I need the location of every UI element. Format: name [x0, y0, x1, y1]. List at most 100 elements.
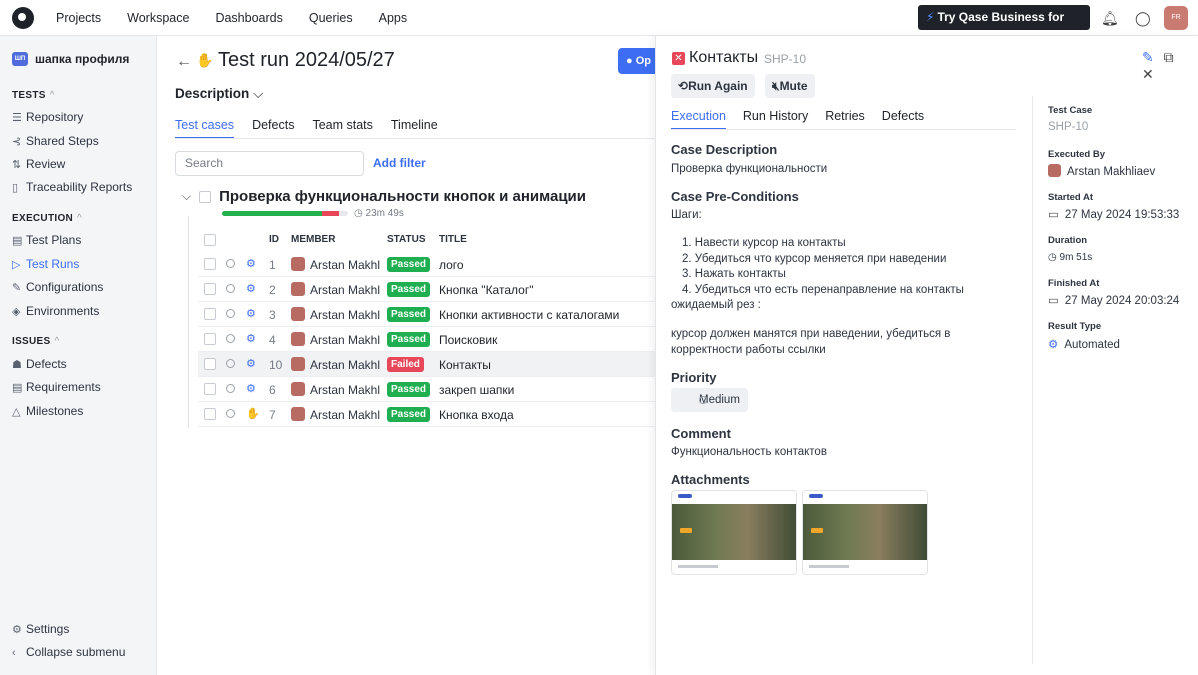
- duration-label: Duration: [1048, 235, 1088, 246]
- section-tests[interactable]: TESTS ^: [12, 90, 55, 101]
- row-title[interactable]: Контакты: [439, 358, 491, 372]
- try-business-button[interactable]: ⚡Try Qase Business for free!: [918, 5, 1090, 49]
- test-case-link[interactable]: SHP-10: [1048, 121, 1088, 133]
- row-title[interactable]: Поисковик: [439, 333, 497, 347]
- sidebar-item-traceability[interactable]: ▯ Traceability Reports: [12, 180, 132, 194]
- sidebar-item-milestones[interactable]: △ Milestones: [12, 404, 83, 418]
- tab-retries[interactable]: Retries: [825, 109, 865, 130]
- suite-header[interactable]: ⌵ Проверка функциональности кнопок и ани…: [182, 188, 586, 205]
- gear-icon: ⚙: [12, 624, 22, 636]
- run-again-button[interactable]: ⟲Run Again: [671, 74, 755, 98]
- row-checkbox[interactable]: [204, 258, 216, 270]
- bell-icon[interactable]: 🔔︎: [1101, 10, 1119, 27]
- table-row[interactable]: ✋ 7 Arstan Makhl Passed Кнопка входа: [198, 402, 656, 427]
- table-row[interactable]: ⚙ 2 Arstan Makhl Passed Кнопка "Каталог": [198, 277, 656, 302]
- row-checkbox[interactable]: [204, 333, 216, 345]
- tab-run-history[interactable]: Run History: [743, 109, 808, 130]
- case-title: Контакты: [689, 49, 759, 66]
- chevron-down-icon[interactable]: ⌵: [182, 189, 191, 204]
- row-checkbox[interactable]: [204, 308, 216, 320]
- nav-apps[interactable]: Apps: [379, 11, 408, 25]
- result-type-value: ⚙ Automated: [1048, 339, 1120, 351]
- tab-test-cases[interactable]: Test cases: [175, 118, 235, 139]
- row-checkbox[interactable]: [204, 358, 216, 370]
- collapse-submenu-button[interactable]: ‹ Collapse submenu: [12, 645, 125, 659]
- suite-checkbox[interactable]: [199, 190, 212, 203]
- open-new-window-icon[interactable]: ⧉: [1164, 49, 1174, 65]
- project-switcher[interactable]: ШП шапка профиля: [12, 52, 129, 66]
- table-row[interactable]: ⚙ 1 Arstan Makhl Passed лого: [198, 252, 656, 277]
- row-checkbox[interactable]: [204, 408, 216, 420]
- chat-icon[interactable]: ◯: [1135, 10, 1151, 27]
- description-toggle[interactable]: Description ⌵: [175, 86, 263, 102]
- sidebar-item-shared-steps[interactable]: ⊰ Shared Steps: [12, 134, 99, 148]
- mute-button[interactable]: 🔇︎Mute: [765, 74, 815, 98]
- sidebar-item-test-plans[interactable]: ▤ Test Plans: [12, 233, 81, 247]
- table-row[interactable]: ⚙ 6 Arstan Makhl Passed закреп шапки: [198, 377, 656, 402]
- row-title[interactable]: Кнопка "Каталог": [439, 283, 533, 297]
- back-arrow-icon[interactable]: ←: [176, 53, 192, 71]
- user-avatar[interactable]: FR: [1164, 6, 1188, 30]
- close-icon[interactable]: ✕: [1142, 66, 1154, 82]
- tab-defects[interactable]: Defects: [252, 118, 294, 139]
- row-checkbox[interactable]: [204, 283, 216, 295]
- row-title[interactable]: лого: [439, 258, 464, 272]
- attachment-thumbnail[interactable]: [671, 490, 797, 575]
- sidebar-item-configurations[interactable]: ✎ Configurations: [12, 280, 103, 294]
- row-checkbox[interactable]: [204, 383, 216, 395]
- table-row[interactable]: ⚙ 10 Arstan Makhl Failed Контакты: [198, 352, 656, 377]
- table-icon: ▤: [12, 235, 23, 247]
- main-content: ← ✋ Test run 2024/05/27 ● Op Description…: [158, 36, 656, 675]
- sidebar-item-defects[interactable]: ☗ Defects: [12, 357, 67, 371]
- sidebar-item-test-runs[interactable]: ▷ Test Runs: [12, 257, 79, 271]
- retry-icon: ⟲: [678, 79, 689, 93]
- search-input[interactable]: Search: [175, 151, 364, 176]
- nav-workspace[interactable]: Workspace: [127, 11, 189, 25]
- case-description-heading: Case Description: [671, 142, 778, 157]
- calendar-icon: ▭: [1048, 295, 1059, 307]
- sidebar-item-settings[interactable]: ⚙ Settings: [12, 622, 69, 636]
- row-title[interactable]: Кнопки активности с каталогами: [439, 308, 619, 322]
- row-title[interactable]: Кнопка входа: [439, 408, 514, 422]
- attachment-thumbnail[interactable]: [802, 490, 928, 575]
- priority-heading: Priority: [671, 370, 717, 385]
- select-all-checkbox[interactable]: [204, 234, 216, 246]
- tab-team-stats[interactable]: Team stats: [312, 118, 372, 139]
- row-status-circle-icon: [226, 284, 235, 293]
- qase-logo[interactable]: [12, 7, 34, 29]
- edit-icon[interactable]: ✎: [1142, 49, 1154, 65]
- status-badge: Passed: [387, 282, 431, 297]
- column-status[interactable]: STATUS: [387, 234, 426, 245]
- column-id[interactable]: ID: [269, 234, 279, 245]
- section-issues[interactable]: ISSUES ^: [12, 336, 59, 347]
- section-execution[interactable]: EXECUTION ^: [12, 213, 82, 224]
- sidebar-item-requirements[interactable]: ▤ Requirements: [12, 380, 101, 394]
- nav-projects[interactable]: Projects: [56, 11, 101, 25]
- finished-at-value: ▭ 27 May 2024 20:03:24: [1048, 295, 1180, 307]
- column-member[interactable]: MEMBER: [291, 234, 335, 245]
- open-wizard-button[interactable]: ● Op: [618, 48, 656, 74]
- priority-dot-icon: [699, 396, 707, 404]
- page-title: Test run 2024/05/27: [218, 49, 395, 71]
- sidebar-item-environments[interactable]: ◈ Environments: [12, 304, 99, 318]
- nav-queries[interactable]: Queries: [309, 11, 353, 25]
- document-icon: ▯: [12, 182, 19, 194]
- bug-icon: ☗: [12, 359, 22, 371]
- tab-timeline[interactable]: Timeline: [391, 118, 438, 139]
- row-id: 1: [269, 258, 276, 272]
- sidebar-item-repository[interactable]: ☰ Repository: [12, 110, 83, 124]
- sidebar-item-review[interactable]: ⇅ Review: [12, 157, 65, 171]
- column-title[interactable]: TITLE: [439, 234, 467, 245]
- panel-tabs: Execution Run History Retries Defects: [671, 109, 941, 130]
- comment-text: Функциональность контактов: [671, 446, 827, 458]
- play-icon: ▷: [12, 259, 21, 271]
- finished-at-label: Finished At: [1048, 278, 1100, 289]
- tab-execution[interactable]: Execution: [671, 109, 726, 130]
- expected-label: ожидаемый рез :: [671, 299, 761, 311]
- row-title[interactable]: закреп шапки: [439, 383, 514, 397]
- table-row[interactable]: ⚙ 3 Arstan Makhl Passed Кнопки активности с …: [198, 302, 656, 327]
- table-row[interactable]: ⚙ 4 Arstan Makhl Passed Поисковик: [198, 327, 656, 352]
- tab-defects[interactable]: Defects: [882, 109, 924, 130]
- nav-dashboards[interactable]: Dashboards: [215, 11, 282, 25]
- add-filter-button[interactable]: Add filter: [373, 156, 426, 170]
